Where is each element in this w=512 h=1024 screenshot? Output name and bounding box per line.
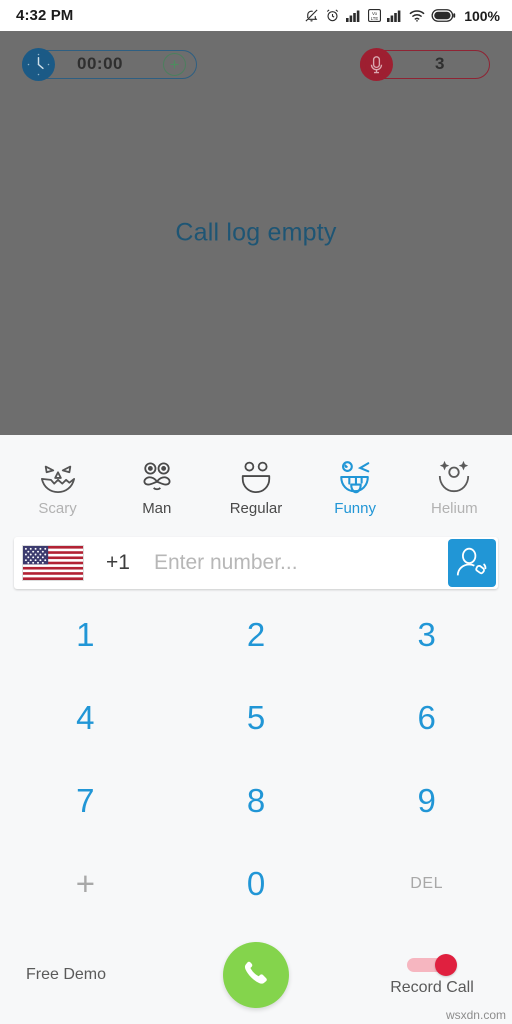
record-call-toggle[interactable]: [407, 953, 457, 976]
record-call-label: Record Call: [390, 978, 474, 996]
dialpad-key-2[interactable]: 2: [171, 593, 342, 676]
add-time-button[interactable]: +: [163, 52, 186, 76]
dialpad-key-delete[interactable]: DEL: [341, 843, 512, 926]
us-flag-icon[interactable]: [22, 545, 84, 581]
free-demo-button[interactable]: Free Demo: [26, 966, 106, 984]
microphone-icon: [360, 47, 393, 81]
signal-bars-icon: [346, 9, 362, 22]
effect-helium-label: Helium: [431, 500, 478, 517]
status-bar: 4:32 PM Vo LTE 100%: [0, 0, 512, 31]
phone-handset-icon: [240, 957, 272, 994]
signal-bars-2-icon: [387, 9, 403, 22]
timer-pill[interactable]: 00:00 +: [22, 47, 197, 81]
mustache-face-icon: [134, 455, 180, 495]
alarm-clock-icon: [325, 8, 340, 23]
battery-percent-label: 100%: [464, 7, 500, 24]
smile-face-icon: [233, 455, 279, 495]
dialpad-key-7[interactable]: 7: [0, 760, 171, 843]
call-button[interactable]: [223, 942, 289, 1008]
watermark: wsxdn.com: [445, 1008, 506, 1022]
dialpad-key-4[interactable]: 4: [0, 676, 171, 759]
dialpad-key-8[interactable]: 8: [171, 760, 342, 843]
phone-number-input[interactable]: [153, 551, 448, 575]
phone-app-screen: 4:32 PM Vo LTE 100% 00:00 + 3 Call log e…: [0, 0, 512, 1024]
dialpad-key-6[interactable]: 6: [341, 676, 512, 759]
dialpad-key-plus[interactable]: +: [0, 843, 171, 926]
dialpad-key-1[interactable]: 1: [0, 593, 171, 676]
status-bar-clock: 4:32 PM: [16, 7, 74, 24]
voice-effects-row: Scary Man Regular Funny Helium: [0, 435, 512, 533]
number-input-bar: +1: [14, 537, 498, 589]
record-call-toggle-group[interactable]: Record Call: [378, 953, 486, 997]
clock-icon: [22, 47, 55, 81]
wifi-icon: [409, 9, 425, 22]
volte-icon: Vo LTE: [368, 9, 382, 22]
bottom-bar: Free Demo Record Call wsxdn.com: [0, 926, 512, 1024]
dialpad-key-9[interactable]: 9: [341, 760, 512, 843]
credits-pill[interactable]: 3: [360, 47, 490, 81]
call-log-toolbar: 00:00 + 3: [0, 43, 512, 85]
call-log-empty-message: Call log empty: [175, 218, 337, 247]
contact-call-icon[interactable]: [448, 539, 496, 587]
dialpad-key-5[interactable]: 5: [171, 676, 342, 759]
dialpad-key-3[interactable]: 3: [341, 593, 512, 676]
effect-funny-label: Funny: [334, 500, 376, 517]
toggle-knob: [435, 953, 457, 976]
svg-text:LTE: LTE: [371, 16, 379, 21]
sparkle-face-icon: [431, 455, 477, 495]
effect-man[interactable]: Man: [113, 455, 201, 517]
timer-value: 00:00: [77, 54, 123, 73]
status-bar-icons: Vo LTE 100%: [304, 8, 500, 24]
effect-man-label: Man: [142, 500, 172, 517]
tongue-face-icon: [332, 455, 378, 495]
credits-value: 3: [435, 54, 445, 73]
number-input-row: +1: [0, 533, 512, 593]
effect-regular-label: Regular: [229, 500, 283, 517]
effect-scary-label: Scary: [38, 500, 77, 517]
dialpad: 1 2 3 4 5 6 7 8 9 + 0 DEL: [0, 593, 512, 926]
dialpad-key-0[interactable]: 0: [171, 843, 342, 926]
call-log-area: 00:00 + 3 Call log empty: [0, 31, 512, 435]
effect-regular[interactable]: Regular: [212, 455, 300, 517]
effect-helium[interactable]: Helium: [410, 455, 498, 517]
bell-muted-icon: [304, 8, 319, 23]
country-code-label[interactable]: +1: [106, 551, 130, 575]
effect-scary[interactable]: Scary: [14, 455, 102, 517]
battery-icon: [431, 9, 456, 22]
scary-face-icon: [35, 455, 81, 495]
effect-funny[interactable]: Funny: [311, 455, 399, 517]
